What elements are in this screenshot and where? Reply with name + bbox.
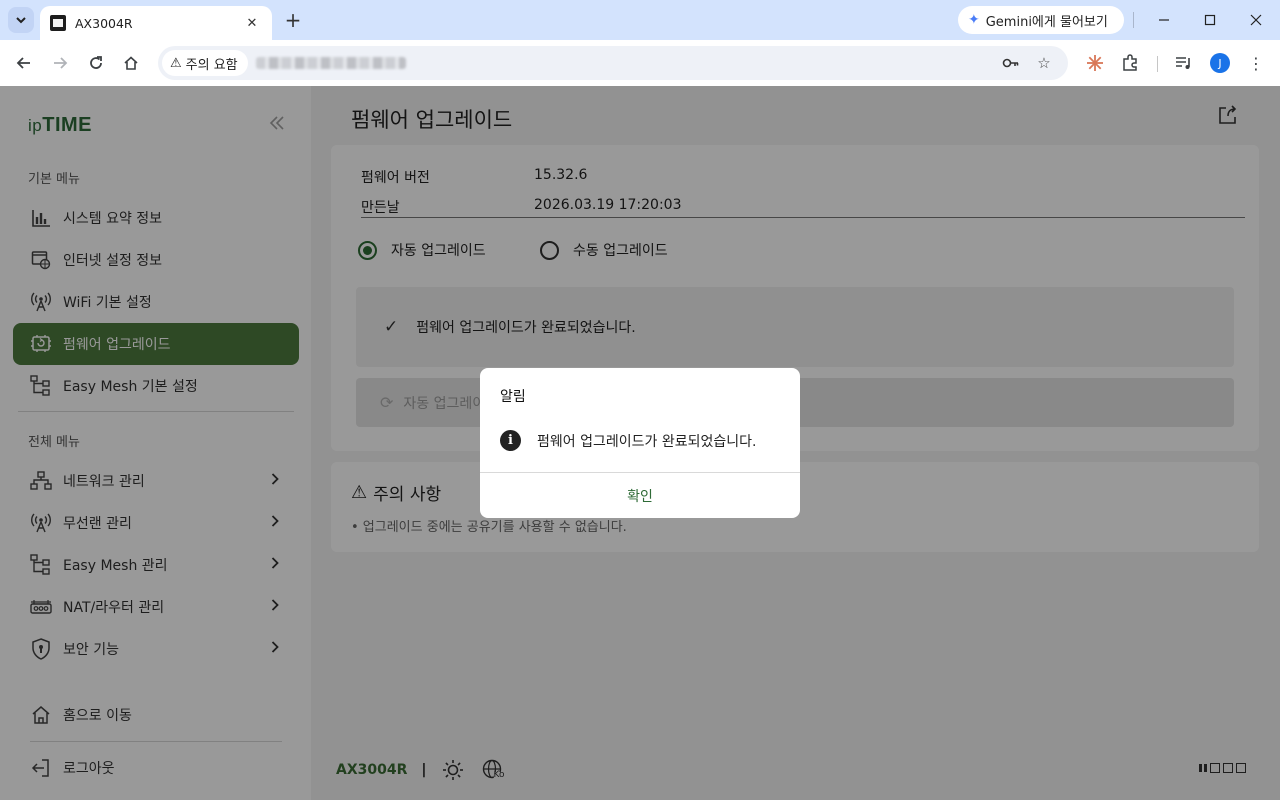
bookmark-star-icon[interactable]: ☆ (1035, 54, 1053, 72)
tab-title: AX3004R (75, 15, 133, 31)
security-label: 주의 요함 (185, 57, 238, 73)
close-tab-icon[interactable]: ✕ (242, 16, 262, 31)
gemini-label: Gemini에게 물어보기 (985, 14, 1108, 30)
forward-button[interactable] (47, 50, 73, 76)
toolbar-divider (1157, 56, 1158, 72)
password-key-icon[interactable] (1002, 54, 1020, 72)
dialog-message-text: 펌웨어 업그레이드가 완료되었습니다. (537, 433, 757, 450)
browser-menu-icon[interactable]: ⋮ (1245, 52, 1267, 74)
info-icon: i (500, 430, 521, 451)
profile-avatar[interactable]: J (1210, 53, 1230, 73)
tabbar-divider (1133, 12, 1134, 28)
dialog-title: 알림 (500, 389, 526, 405)
gemini-button[interactable]: ✦ Gemini에게 물어보기 (958, 6, 1124, 34)
home-icon (124, 56, 138, 70)
extensions-puzzle-icon[interactable] (1119, 52, 1141, 74)
arrow-right-icon (54, 57, 68, 69)
security-chip[interactable]: ⚠ 주의 요함 (162, 50, 248, 76)
tab-search-button[interactable] (8, 7, 34, 33)
new-tab-button[interactable]: + (282, 9, 304, 31)
minimize-button[interactable] (1152, 8, 1176, 32)
close-icon (1250, 14, 1262, 26)
gemini-spark-icon: ✦ (968, 12, 980, 28)
maximize-icon (1204, 14, 1216, 26)
browser-tab[interactable]: AX3004R ✕ (40, 6, 272, 40)
browser-toolbar: ⚠ 주의 요함 ☆ J ⋮ (0, 40, 1280, 86)
maximize-button[interactable] (1198, 8, 1222, 32)
address-bar[interactable]: ⚠ 주의 요함 ☆ (158, 46, 1068, 80)
warning-triangle-icon: ⚠ (170, 55, 182, 71)
blurred-url (256, 57, 406, 69)
home-button[interactable] (118, 50, 144, 76)
back-button[interactable] (11, 50, 37, 76)
site-favicon-icon (50, 15, 66, 31)
extension-claude-icon[interactable] (1084, 52, 1106, 74)
chevron-down-icon (16, 17, 26, 24)
dialog-message: i 펌웨어 업그레이드가 완료되었습니다. (500, 430, 756, 451)
notice-dialog: 알림 i 펌웨어 업그레이드가 완료되었습니다. 확인 (480, 368, 800, 518)
media-queue-icon[interactable] (1173, 52, 1195, 74)
arrow-left-icon (16, 57, 30, 69)
reload-icon (90, 56, 102, 69)
reload-button[interactable] (83, 50, 109, 76)
close-window-button[interactable] (1244, 8, 1268, 32)
browser-tab-bar: AX3004R ✕ + ✦ Gemini에게 물어보기 (0, 0, 1280, 40)
minimize-icon (1159, 19, 1169, 21)
confirm-button[interactable]: 확인 (480, 473, 800, 518)
